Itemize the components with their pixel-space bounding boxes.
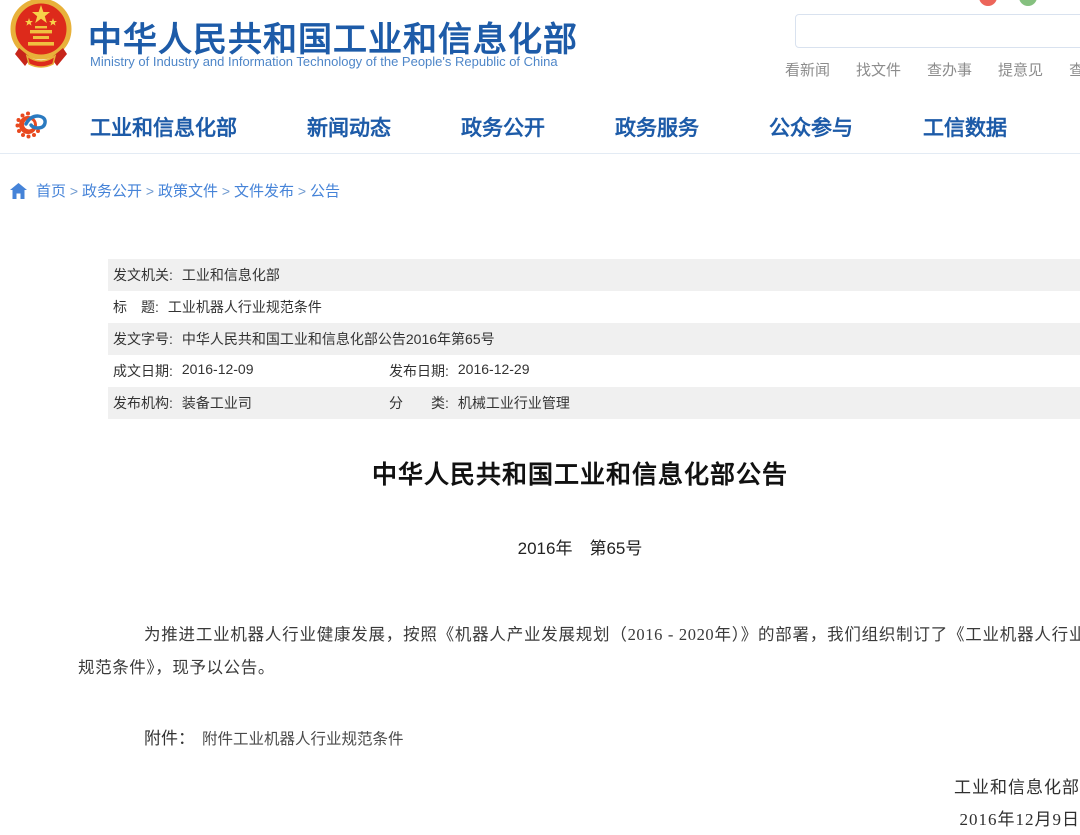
- meta-cell: 发布日期: 2016-12-29: [389, 361, 530, 381]
- breadcrumb-item-4[interactable]: 文件发布: [234, 183, 294, 200]
- quick-link-4[interactable]: 提意见: [998, 59, 1043, 80]
- document-issue-number: 2016年 第65号: [80, 534, 1080, 559]
- signature-date: 2016年12月9日: [0, 804, 1080, 835]
- home-icon[interactable]: [10, 183, 27, 199]
- site-subtitle: Ministry of Industry and Information Tec…: [90, 54, 558, 69]
- search-input[interactable]: [796, 15, 1080, 47]
- meta-cell: 成文日期: 2016-12-09: [113, 361, 389, 381]
- meta-label: 发文机关:: [113, 265, 173, 285]
- top-green-circle-button[interactable]: [1019, 0, 1037, 6]
- meta-row-5: 发布机构: 装备工业司 分 类: 机械工业行业管理: [108, 387, 1080, 419]
- quick-link-1[interactable]: 看新闻: [785, 59, 830, 80]
- nav-item-6[interactable]: 工信数据: [923, 112, 1007, 142]
- national-emblem-icon: [8, 0, 74, 75]
- meta-value: 2016-12-29: [458, 361, 530, 381]
- breadcrumb-item-1[interactable]: 首页: [36, 183, 66, 200]
- attachment-line: 附件： 附件工业机器人行业规范条件: [144, 724, 404, 749]
- breadcrumb-item-3[interactable]: 政策文件: [158, 183, 218, 200]
- breadcrumb-item-5[interactable]: 公告: [310, 183, 340, 200]
- meta-cell: 分 类: 机械工业行业管理: [389, 393, 570, 413]
- breadcrumb-separator: >: [142, 183, 158, 199]
- attachment-link[interactable]: 附件工业机器人行业规范条件: [202, 731, 404, 748]
- meta-cell: 发文机关: 工业和信息化部: [113, 265, 280, 285]
- breadcrumb: 首页 > 政务公开 > 政策文件 > 文件发布 > 公告: [10, 180, 340, 201]
- meta-cell: 发文字号: 中华人民共和国工业和信息化部公告2016年第65号: [113, 329, 495, 349]
- meta-row-1: 发文机关: 工业和信息化部: [108, 259, 1080, 291]
- breadcrumb-separator: >: [218, 183, 234, 199]
- meta-label: 标 题:: [113, 297, 159, 317]
- nav-items: 工业和信息化部 新闻动态 政务公开 政务服务 公众参与 工信数据: [90, 112, 1007, 142]
- quick-link-5[interactable]: 查数据: [1069, 59, 1080, 80]
- nav-item-5[interactable]: 公众参与: [769, 112, 853, 142]
- meta-value: 中华人民共和国工业和信息化部公告2016年第65号: [182, 329, 495, 349]
- breadcrumb-separator: >: [294, 183, 310, 199]
- quick-link-2[interactable]: 找文件: [856, 59, 901, 80]
- breadcrumb-items: 首页 > 政务公开 > 政策文件 > 文件发布 > 公告: [36, 180, 340, 201]
- meta-value: 机械工业行业管理: [458, 393, 570, 413]
- meta-label: 成文日期:: [113, 361, 173, 381]
- quick-links: 看新闻 找文件 查办事 提意见 查数据: [785, 59, 1080, 80]
- nav-item-4[interactable]: 政务服务: [615, 112, 699, 142]
- breadcrumb-separator: >: [66, 183, 82, 199]
- page: 中华人民共和国工业和信息化部 Ministry of Industry and …: [0, 0, 1080, 835]
- meta-value: 工业机器人行业规范条件: [168, 297, 322, 317]
- document-meta-table: 发文机关: 工业和信息化部标 题: 工业机器人行业规范条件发文字号: 中华人民共和国工…: [108, 259, 1080, 419]
- document-paragraph: 为推进工业机器人行业健康发展，按照《机器人产业发展规划（2016 - 2020年…: [78, 618, 1080, 684]
- meta-row-3: 发文字号: 中华人民共和国工业和信息化部公告2016年第65号: [108, 323, 1080, 355]
- meta-value: 工业和信息化部: [182, 265, 280, 285]
- meta-label: 分 类:: [389, 393, 449, 413]
- meta-label: 发文字号:: [113, 329, 173, 349]
- miit-logo-icon: [14, 104, 50, 147]
- top-red-circle-button[interactable]: [979, 0, 997, 6]
- document-title: 中华人民共和国工业和信息化部公告: [80, 455, 1080, 491]
- meta-value: 2016-12-09: [182, 361, 254, 381]
- nav-item-3[interactable]: 政务公开: [461, 112, 545, 142]
- meta-row-4: 成文日期: 2016-12-09 发布日期: 2016-12-29: [108, 355, 1080, 387]
- meta-label: 发布日期:: [389, 361, 449, 381]
- attachment-label: 附件：: [144, 729, 195, 748]
- meta-cell: 标 题: 工业机器人行业规范条件: [113, 297, 322, 317]
- meta-value: 装备工业司: [182, 393, 252, 413]
- nav-item-1[interactable]: 工业和信息化部: [90, 112, 237, 142]
- document-signature-block: 工业和信息化部 2016年12月9日: [0, 772, 1080, 835]
- breadcrumb-item-2[interactable]: 政务公开: [82, 183, 142, 200]
- meta-row-2: 标 题: 工业机器人行业规范条件: [108, 291, 1080, 323]
- meta-cell: 发布机构: 装备工业司: [113, 393, 389, 413]
- quick-link-3[interactable]: 查办事: [927, 59, 972, 80]
- meta-label: 发布机构:: [113, 393, 173, 413]
- nav-item-2[interactable]: 新闻动态: [307, 112, 391, 142]
- signature-agency: 工业和信息化部: [0, 772, 1080, 804]
- search-box: [795, 14, 1080, 48]
